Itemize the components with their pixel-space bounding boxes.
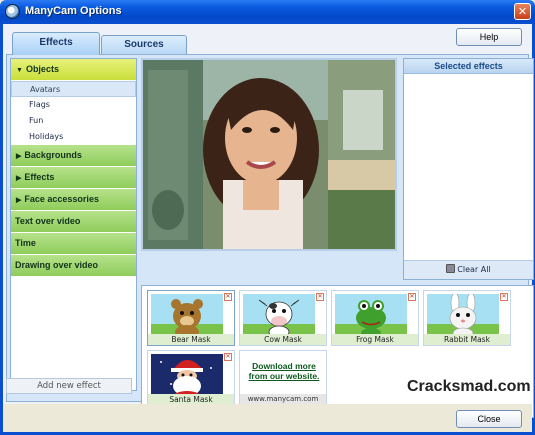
subitem-holidays[interactable]: Holidays — [11, 129, 136, 145]
clear-all-label: Clear All — [457, 265, 491, 274]
clear-all-button[interactable]: Clear All — [404, 260, 533, 279]
trash-icon — [446, 264, 456, 273]
chevron-right-icon: ▶ — [16, 197, 22, 204]
subitem-avatars[interactable]: Avatars — [11, 81, 136, 97]
help-button[interactable]: Help — [456, 28, 522, 46]
category-label: Face accessories — [24, 194, 99, 204]
tab-effects[interactable]: Effects — [12, 32, 100, 55]
category-label: Objects — [25, 64, 59, 74]
category-text-over-video[interactable]: Text over video — [11, 211, 136, 233]
webcam-preview — [141, 58, 397, 251]
chevron-down-icon: ▼ — [16, 67, 23, 74]
category-effects[interactable]: ▶ Effects — [11, 167, 136, 189]
download-more-link[interactable]: Download more from our website. — [244, 361, 324, 381]
watermark-text: Cracksmad.com — [407, 378, 531, 395]
category-drawing-over-video[interactable]: Drawing over video — [11, 255, 136, 277]
category-backgrounds[interactable]: ▶ Backgrounds — [11, 145, 136, 167]
options-area: Effects Sources Help ▼ Objects Avatars Fl… — [3, 24, 534, 418]
effect-tile-cow[interactable]: ✕ Cow Mask — [239, 290, 327, 346]
effect-label: Frog Mask — [332, 334, 418, 345]
bottom-bar — [3, 404, 532, 432]
bear-mask-icon — [151, 294, 223, 338]
santa-mask-icon — [151, 354, 223, 398]
effect-label: Bear Mask — [148, 334, 234, 345]
remove-icon[interactable]: ✕ — [316, 293, 324, 301]
title-bar[interactable]: ManyCam Options ✕ — [0, 0, 535, 24]
effects-panel: ▼ Objects Avatars Flags Fun Holidays ▶ Bac… — [6, 54, 534, 418]
category-objects[interactable]: ▼ Objects — [11, 59, 136, 81]
category-label: Backgrounds — [24, 150, 82, 160]
category-time[interactable]: Time — [11, 233, 136, 255]
cow-mask-icon — [243, 294, 315, 338]
effect-label: Rabbit Mask — [424, 334, 510, 345]
close-button[interactable]: Close — [456, 410, 522, 428]
rabbit-mask-icon — [427, 294, 499, 338]
window-title: ManyCam Options — [25, 5, 122, 17]
add-new-effect-button[interactable]: Add new effect — [6, 378, 132, 394]
download-more-tile[interactable]: Download more from our website. www.many… — [239, 350, 327, 406]
frog-mask-icon — [335, 294, 407, 338]
remove-icon[interactable]: ✕ — [408, 293, 416, 301]
window-close-icon[interactable]: ✕ — [514, 3, 531, 20]
manycam-app-icon — [5, 4, 20, 19]
remove-icon[interactable]: ✕ — [224, 353, 232, 361]
chevron-right-icon: ▶ — [16, 153, 22, 160]
category-list: ▼ Objects Avatars Flags Fun Holidays ▶ Bac… — [10, 58, 137, 391]
effect-tile-bear[interactable]: ✕ Bear Mask — [147, 290, 235, 346]
effect-tile-rabbit[interactable]: ✕ Rabbit Mask — [423, 290, 511, 346]
webcam-preview-image — [143, 60, 395, 249]
category-label: Effects — [24, 172, 55, 182]
chevron-right-icon: ▶ — [16, 175, 22, 182]
subitem-fun[interactable]: Fun — [11, 113, 136, 129]
effects-grid: ✕ Bear Mask ✕ Cow Mask ✕ Frog Mask ✕ Rab… — [141, 285, 534, 418]
remove-icon[interactable]: ✕ — [500, 293, 508, 301]
objects-subitems: Avatars Flags Fun Holidays — [11, 81, 136, 145]
category-face-accessories[interactable]: ▶ Face accessories — [11, 189, 136, 211]
effect-tile-frog[interactable]: ✕ Frog Mask — [331, 290, 419, 346]
remove-icon[interactable]: ✕ — [224, 293, 232, 301]
selected-effects-header: Selected effects — [404, 59, 533, 74]
subitem-flags[interactable]: Flags — [11, 97, 136, 113]
effect-tile-santa[interactable]: ✕ Santa Mask — [147, 350, 235, 406]
tab-sources[interactable]: Sources — [101, 35, 187, 54]
effect-label: Cow Mask — [240, 334, 326, 345]
selected-effects-panel: Selected effects Clear All — [403, 58, 534, 280]
